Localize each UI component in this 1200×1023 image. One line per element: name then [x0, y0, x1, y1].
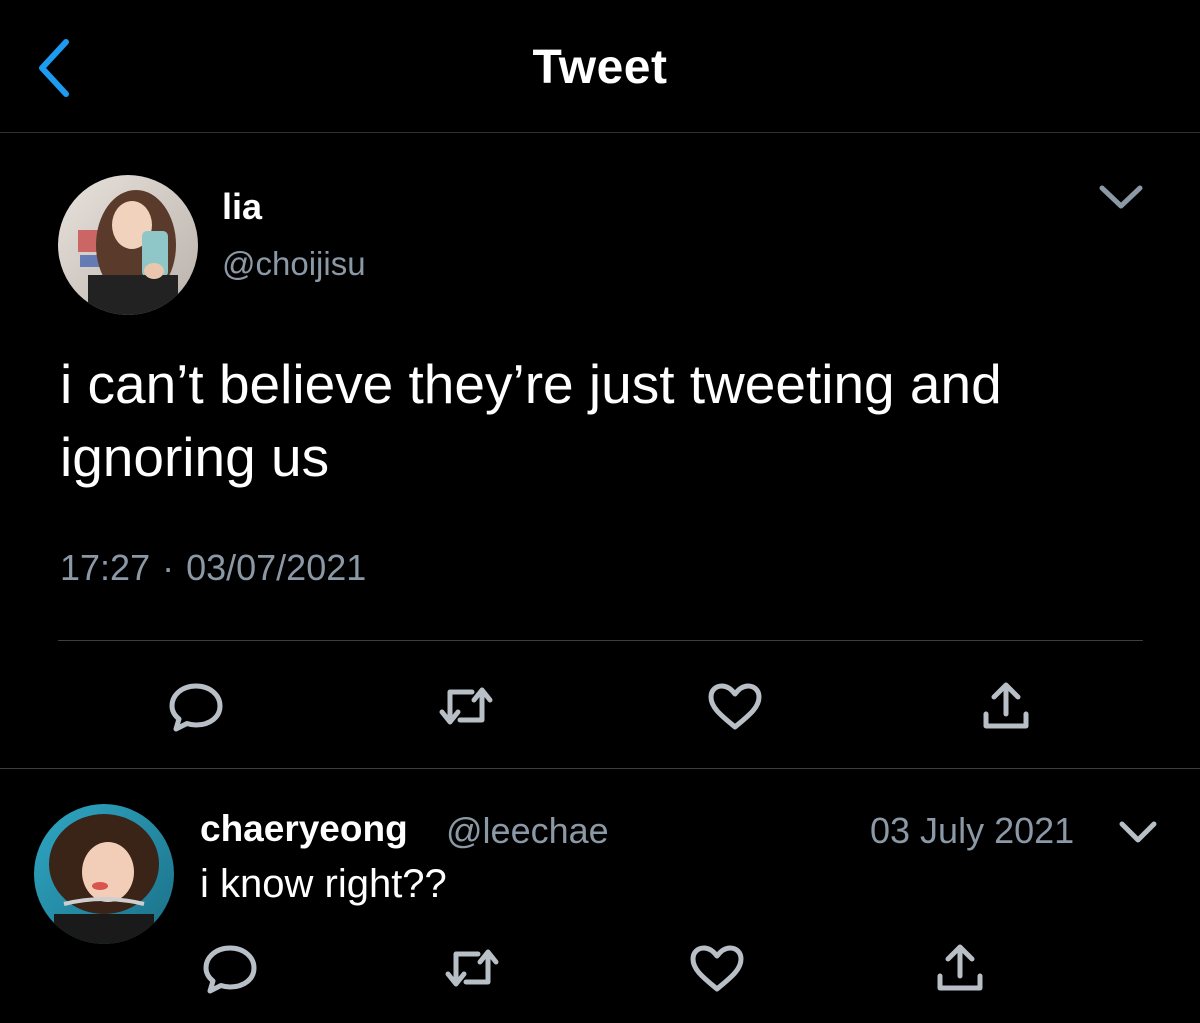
reply-author-name[interactable]: chaeryeong: [200, 808, 408, 850]
chevron-down-icon: [1099, 185, 1143, 209]
retweet-button[interactable]: [436, 684, 496, 728]
avatar-photo: [58, 175, 198, 315]
divider: [58, 640, 1143, 641]
tweet-text: i can’t believe they’re just tweeting an…: [60, 348, 1160, 494]
reply-icon: [203, 945, 257, 994]
reply-button[interactable]: [168, 680, 224, 732]
reply-author-handle[interactable]: @leechae: [446, 810, 609, 852]
separator-dot: ·: [162, 547, 175, 588]
like-button[interactable]: [688, 944, 746, 994]
reply-author-avatar[interactable]: [34, 804, 174, 944]
like-icon: [708, 683, 762, 730]
reply-date: 03 July 2021: [870, 810, 1075, 851]
reply-button[interactable]: [202, 942, 258, 994]
like-button[interactable]: [706, 682, 764, 732]
share-button[interactable]: [980, 680, 1032, 734]
avatar-photo: [34, 804, 174, 944]
tweet-text-line: ignoring us: [60, 426, 330, 488]
reply-text: i know right??: [200, 862, 447, 906]
share-button[interactable]: [934, 942, 986, 996]
top-bar: Tweet: [0, 0, 1200, 133]
chevron-down-icon: [1119, 821, 1157, 843]
retweet-button[interactable]: [442, 946, 502, 990]
reply-menu-button[interactable]: [1118, 816, 1158, 848]
author-name[interactable]: lia: [222, 186, 262, 228]
tweet-date: 03/07/2021: [186, 547, 367, 588]
page-title: Tweet: [532, 41, 668, 94]
author-avatar[interactable]: [58, 175, 198, 315]
tweet-menu-button[interactable]: [1098, 180, 1144, 216]
share-icon: [983, 682, 1029, 729]
reply-icon: [169, 683, 223, 732]
like-icon: [690, 945, 744, 992]
tweet-time: 17:27: [60, 547, 151, 588]
retweet-icon: [439, 687, 493, 725]
retweet-icon: [445, 949, 499, 987]
tweet-timestamp: 17:27 · 03/07/2021: [60, 547, 366, 589]
share-icon: [937, 944, 983, 991]
divider: [0, 768, 1200, 769]
author-handle[interactable]: @choijisu: [222, 245, 366, 283]
tweet-text-line: i can’t believe they’re just tweeting an…: [60, 353, 1002, 415]
